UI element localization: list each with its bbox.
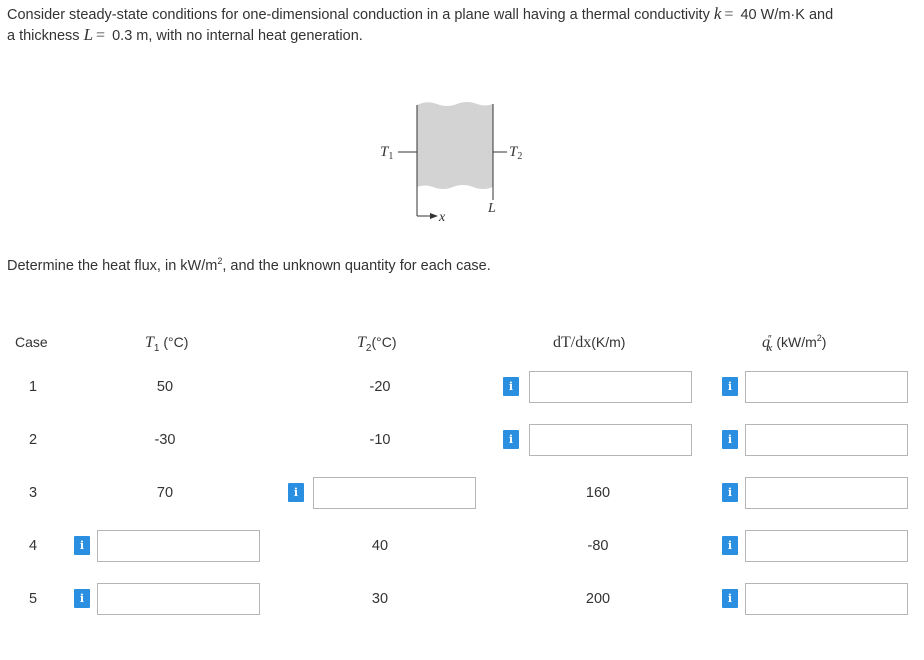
t2-label-sub: 2 [517,151,522,162]
case-4-q-input[interactable] [745,530,908,562]
case-2-dtdx-info-icon[interactable]: i [503,430,519,449]
header-t2-symbol: T [357,334,366,351]
svg-text:T2: T2 [509,144,522,162]
case-1-dtdx-info-icon[interactable]: i [503,377,519,396]
header-dtdx-unit: (K/m) [591,334,626,350]
case-1-t1: 50 [156,379,174,395]
case-1-label: 1 [28,379,38,395]
case-4-q-info-icon[interactable]: i [722,536,738,555]
L-equals: = [96,27,106,44]
case-3-label: 3 [28,485,38,501]
instruction-part-1: Determine the heat flux, in kW/m [7,258,218,274]
case-5-t1-input[interactable] [97,583,260,615]
k-value: 40 W/m·K and [740,7,834,23]
problem-statement: Consider steady-state conditions for one… [7,4,917,46]
case-3-dtdx: 160 [585,485,611,501]
header-t1-unit: (°C) [163,334,189,350]
case-5-t1-info-icon[interactable]: i [74,589,90,608]
case-3-q-info-icon[interactable]: i [722,483,738,502]
header-q-unit: (kW/m [776,334,817,350]
k-equals: = [724,6,734,23]
header-t1-sub: 1 [153,342,160,354]
L-value: 0.3 m, with no internal heat generation. [112,28,363,44]
case-2-dtdx-input[interactable] [529,424,692,456]
L-symbol: L [83,25,94,44]
wall-slab [417,102,493,189]
problem-text-2: a thickness [7,28,80,44]
case-2-label: 2 [28,432,38,448]
x-label: x [438,210,446,225]
case-1-t2: -20 [369,379,391,395]
instruction-part-2: , and the unknown quantity for each case… [222,258,491,274]
case-4-dtdx: -80 [587,538,609,554]
k-symbol: k [713,4,722,23]
case-3-t2-input[interactable] [313,477,476,509]
case-1-q-info-icon[interactable]: i [722,377,738,396]
header-dtdx: dT/dx(K/m) [553,334,625,352]
case-3-t1: 70 [156,485,174,501]
header-t2-unit: (°C) [371,334,397,350]
case-4-label: 4 [28,538,38,554]
header-t1-symbol: T [145,334,154,351]
instruction-text: Determine the heat flux, in kW/m2, and t… [7,257,491,275]
case-5-q-input[interactable] [745,583,908,615]
header-case: Case [15,334,48,350]
case-5-t2: 30 [371,591,389,607]
case-5-dtdx: 200 [585,591,611,607]
case-4-t2: 40 [371,538,389,554]
header-heat-flux: q″x (kW/m2) [762,334,826,354]
L-label: L [487,201,496,216]
header-dtdx-symbol: dT/dx [553,334,592,351]
problem-text-1: Consider steady-state conditions for one… [7,7,710,23]
plane-wall-figure: T1 T2 L x [380,102,522,225]
x-arrow-head [430,213,438,219]
case-4-t1-info-icon[interactable]: i [74,536,90,555]
case-2-t1: -30 [154,432,176,448]
case-2-t2: -10 [369,432,391,448]
header-q-close: ) [821,334,827,350]
header-t1: T1 (°C) [145,334,188,354]
case-2-q-input[interactable] [745,424,908,456]
t1-label-sub: 1 [388,151,393,162]
case-3-t2-info-icon[interactable]: i [288,483,304,502]
case-3-q-input[interactable] [745,477,908,509]
case-4-t1-input[interactable] [97,530,260,562]
case-1-q-input[interactable] [745,371,908,403]
header-t2: T2(°C) [357,334,397,354]
case-5-q-info-icon[interactable]: i [722,589,738,608]
svg-text:T1: T1 [380,144,393,162]
case-1-dtdx-input[interactable] [529,371,692,403]
case-2-q-info-icon[interactable]: i [722,430,738,449]
header-q-sub: x [767,341,773,354]
case-5-label: 5 [28,591,38,607]
